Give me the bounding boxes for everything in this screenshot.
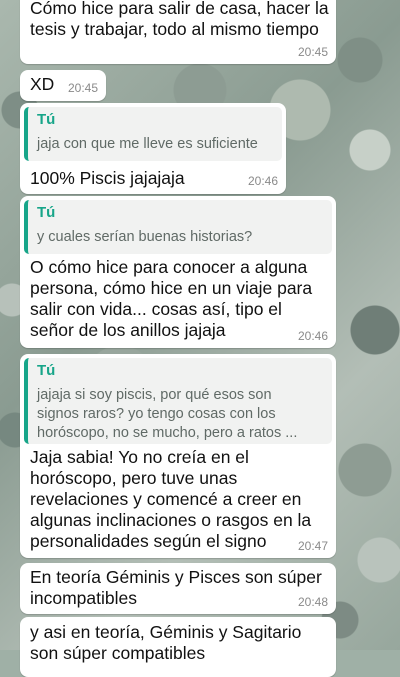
quoted-message[interactable]: Tú jaja con que me lleve es suficiente (24, 107, 282, 161)
quoted-text: jaja con que me lleve es suficiente (37, 136, 258, 152)
chat-message-list[interactable]: Cómo hice para salir de casa, hacer la t… (0, 0, 400, 677)
message-text: Jaja sabia! Yo no creía en el horóscopo,… (30, 447, 312, 551)
reply-message-bubble[interactable]: Tú jaja con que me lleve es suficiente 1… (20, 103, 286, 194)
quoted-text: jajaja si soy piscis, por qué esos son s… (37, 387, 298, 441)
message-text: Cómo hice para salir de casa, hacer la t… (30, 0, 329, 39)
quoted-text: y cuales serían buenas historias? (37, 229, 253, 245)
reply-message-bubble[interactable]: Tú y cuales serían buenas historias? O c… (20, 196, 336, 348)
message-bubble[interactable]: XD 20:45 (20, 70, 106, 101)
message-bubble[interactable]: Cómo hice para salir de casa, hacer la t… (20, 0, 336, 64)
message-time: 20:45 (67, 81, 98, 95)
message-bubble[interactable]: y asi en teoría, Géminis y Sagitario son… (20, 617, 336, 677)
message-time: 20:48 (297, 595, 328, 609)
message-time: 20:46 (297, 329, 328, 343)
quoted-message[interactable]: Tú jajaja si soy piscis, por qué esos so… (24, 358, 332, 444)
message-time: 20:46 (247, 174, 278, 188)
quoted-author: Tú (37, 204, 56, 221)
message-text: y asi en teoría, Géminis y Sagitario son… (30, 622, 302, 663)
message-bubble[interactable]: En teoría Géminis y Pisces son súper inc… (20, 563, 336, 614)
message-time: 20:47 (297, 539, 328, 553)
quoted-author: Tú (37, 111, 56, 128)
quoted-author: Tú (37, 362, 56, 379)
message-text: XD (30, 74, 55, 94)
message-text: En teoría Géminis y Pisces son súper inc… (30, 567, 322, 608)
message-text: 100% Piscis jajajaja (30, 168, 185, 188)
message-text: O cómo hice para conocer a alguna person… (30, 257, 313, 340)
reply-message-bubble[interactable]: Tú jajaja si soy piscis, por qué esos so… (20, 354, 336, 558)
message-time: 20:45 (297, 45, 328, 59)
quoted-message[interactable]: Tú y cuales serían buenas historias? (24, 200, 332, 254)
